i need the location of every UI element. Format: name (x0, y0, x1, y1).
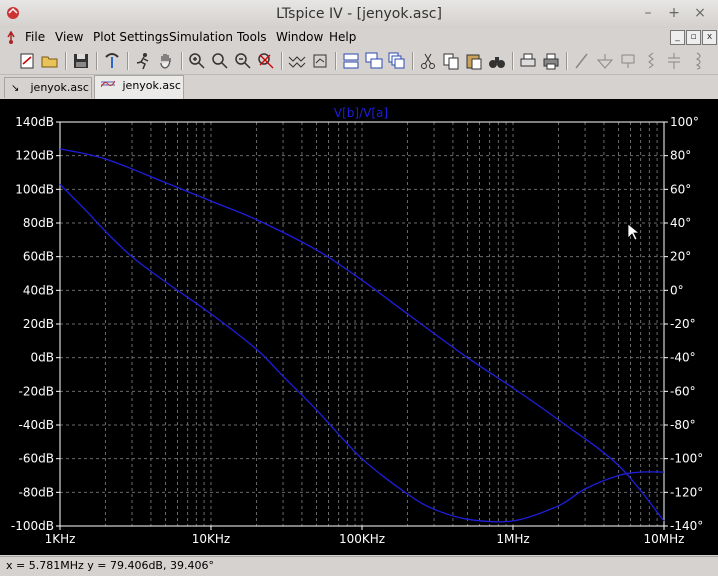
window-title: LTspice IV - [jenyok.asc] (276, 6, 442, 22)
find-icon[interactable] (487, 51, 507, 71)
zoom-fit-icon[interactable] (256, 51, 276, 71)
minimize-icon[interactable]: – (640, 5, 656, 21)
y-right-tick-label: -100° (670, 452, 703, 466)
x-tick-label: 10MHz (644, 532, 685, 546)
mdi-restore-icon[interactable]: ▫ (686, 30, 701, 45)
toolbar-separator (127, 52, 129, 70)
y-right-tick-label: -140° (670, 519, 703, 533)
paste-icon[interactable] (464, 51, 484, 71)
inductor-icon[interactable] (687, 51, 707, 71)
mdi-close-icon[interactable]: x (702, 30, 717, 45)
run-icon[interactable] (133, 51, 153, 71)
autorange-icon[interactable] (287, 51, 307, 71)
y-left-tick-label: -60dB (19, 452, 54, 466)
toolbar-separator (181, 52, 183, 70)
print-icon[interactable] (541, 51, 561, 71)
x-tick-label: 100KHz (339, 532, 385, 546)
capacitor-icon[interactable] (664, 51, 684, 71)
manual-limits-icon[interactable] (310, 51, 330, 71)
menu-tools[interactable]: Tools (237, 30, 267, 44)
open-icon[interactable] (40, 51, 60, 71)
tile-vertical-icon[interactable] (387, 51, 407, 71)
y-left-tick-label: -80dB (19, 485, 54, 499)
menu-file[interactable]: File (25, 30, 45, 44)
toolbar-separator (281, 52, 283, 70)
waveform-viewer[interactable]: 140dB 120dB 100dB 80dB 60dB 40dB 20dB 0dB -20dB -… (0, 99, 718, 555)
toolbar-separator (335, 52, 337, 70)
y-right-tick-label: 100° (670, 115, 699, 129)
bode-plot[interactable]: 140dB 120dB 100dB 80dB 60dB 40dB 20dB 0dB -20dB -… (0, 99, 718, 555)
schematic-icon: ↘ (11, 83, 20, 94)
x-tick-label: 1KHz (45, 532, 76, 546)
tab-label: jenyok.asc (122, 79, 181, 92)
new-schematic-icon[interactable] (17, 51, 37, 71)
menu-view[interactable]: View (55, 30, 83, 44)
plot-title[interactable]: V[b]/V[a] (334, 106, 388, 120)
toolbar-separator (96, 52, 98, 70)
tab-waveform[interactable]: jenyok.asc (94, 75, 184, 99)
y-left-tick-label: -20dB (19, 384, 54, 398)
toolbar-separator (412, 52, 414, 70)
toolbar-separator (512, 52, 514, 70)
save-icon[interactable] (71, 51, 91, 71)
toolbar-separator (566, 52, 568, 70)
cursor-readout: x = 5.781MHz y = 79.406dB, 39.406° (6, 559, 214, 572)
cascade-icon[interactable] (364, 51, 384, 71)
zoom-in-icon[interactable] (187, 51, 207, 71)
mouse-cursor-icon (627, 223, 641, 241)
maximize-icon[interactable]: + (666, 5, 682, 21)
y-right-tick-label: -60° (670, 384, 696, 398)
ground-icon[interactable] (595, 51, 615, 71)
label-net-icon[interactable] (618, 51, 638, 71)
toolbar (0, 48, 718, 75)
y-right-tick-label: -40° (670, 351, 696, 365)
y-right-tick-label: 60° (670, 182, 691, 196)
y-right-tick-label: 80° (670, 149, 691, 163)
waveform-icon (100, 76, 116, 96)
y-left-tick-label: 120dB (15, 149, 54, 163)
y-right-tick-label: 40° (670, 216, 691, 230)
close-icon[interactable]: × (692, 5, 708, 21)
y-left-tick-label: 0dB (31, 351, 54, 365)
mdi-minimize-icon[interactable]: _ (670, 30, 685, 45)
y-left-tick-label: 100dB (15, 182, 54, 196)
status-bar: x = 5.781MHz y = 79.406dB, 39.406° (0, 556, 718, 576)
y-left-tick-label: 80dB (23, 216, 54, 230)
x-tick-label: 1MHz (496, 532, 529, 546)
toolbar-separator (65, 52, 67, 70)
tab-schematic[interactable]: ↘ jenyok.asc (4, 77, 92, 98)
y-left-tick-label: -40dB (19, 418, 54, 432)
menu-simulation[interactable]: Simulation (169, 30, 233, 44)
y-right-tick-label: 20° (670, 250, 691, 264)
document-icon[interactable] (4, 30, 18, 45)
menu-window[interactable]: Window (276, 30, 323, 44)
y-left-tick-label: 20dB (23, 317, 54, 331)
menu-plot-settings[interactable]: Plot Settings (93, 30, 169, 44)
y-right-tick-label: -120° (670, 485, 703, 499)
menu-help[interactable]: Help (329, 30, 356, 44)
y-left-tick-label: 140dB (15, 115, 54, 129)
x-tick-label: 10KHz (192, 532, 230, 546)
zoom-out-icon[interactable] (233, 51, 253, 71)
copy-icon[interactable] (441, 51, 461, 71)
control-panel-icon[interactable] (102, 51, 122, 71)
pan-hand-icon[interactable] (156, 51, 176, 71)
zoom-pan-icon[interactable] (210, 51, 230, 71)
y-right-tick-label: -80° (670, 418, 696, 432)
tile-horizontal-icon[interactable] (341, 51, 361, 71)
document-tabs: ↘ jenyok.asc jenyok.asc (0, 75, 718, 99)
tab-label: jenyok.asc (30, 81, 89, 94)
resistor-icon[interactable] (641, 51, 661, 71)
menu-bar: File View Plot Settings Simulation Tools… (0, 28, 718, 48)
y-left-tick-label: 60dB (23, 250, 54, 264)
title-bar: LTspice IV - [jenyok.asc] – + × (0, 0, 718, 29)
y-right-tick-label: 0° (670, 283, 684, 297)
y-left-tick-label: -100dB (11, 519, 54, 533)
wire-icon[interactable] (572, 51, 592, 71)
cut-icon[interactable] (418, 51, 438, 71)
y-left-tick-label: 40dB (23, 283, 54, 297)
y-right-tick-label: -20° (670, 317, 696, 331)
print-setup-icon[interactable] (518, 51, 538, 71)
